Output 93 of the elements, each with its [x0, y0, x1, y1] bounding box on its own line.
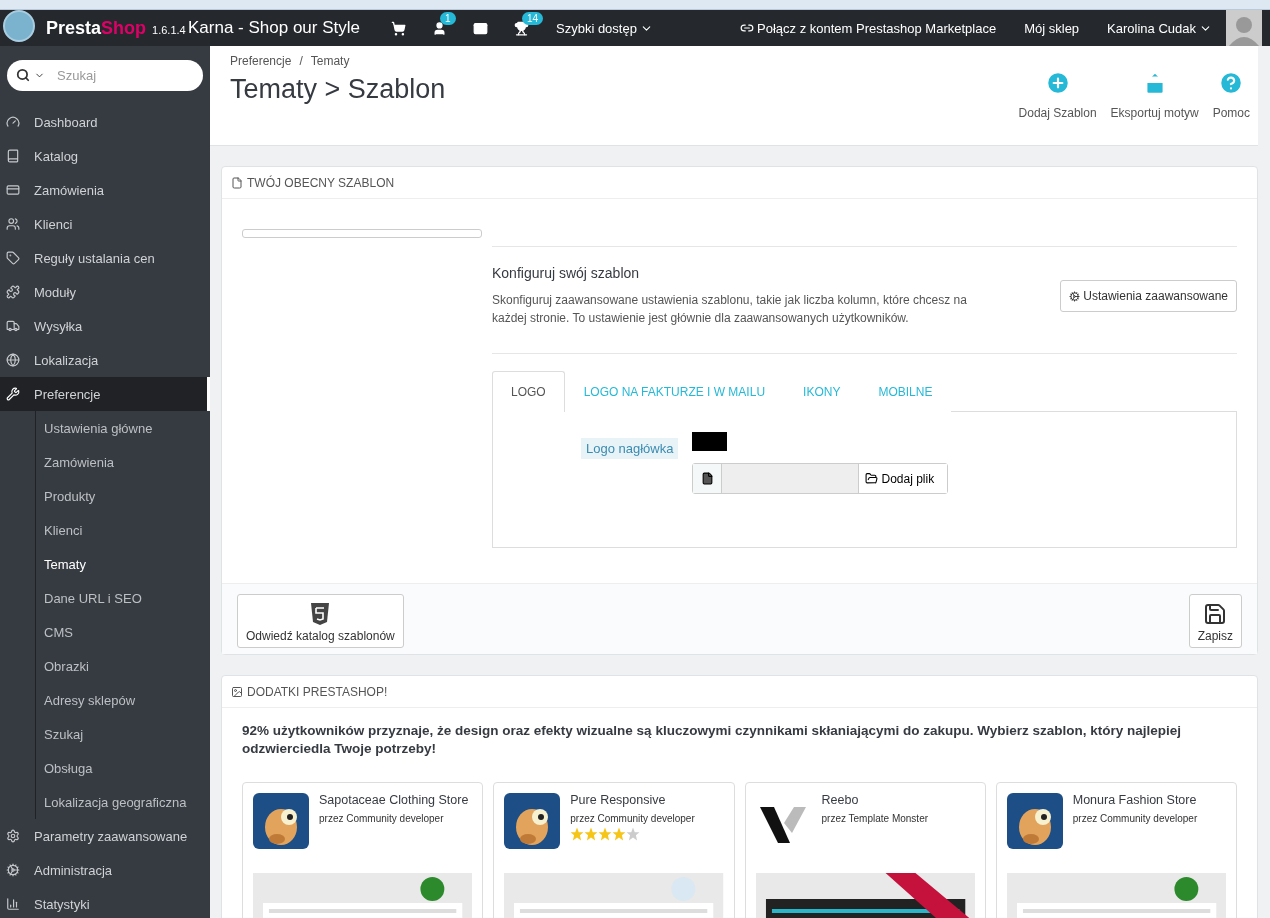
- theme-name[interactable]: Reebo: [821, 793, 929, 807]
- html5-icon: [310, 602, 331, 626]
- logo-preview: [692, 432, 728, 451]
- sidebar-subitem[interactable]: Tematy: [36, 547, 210, 581]
- author-text: przez Community developer: [1072, 813, 1198, 824]
- description-text: Skonfiguruj zaawansowane ustawienia szablonu, takie jak liczba kolumn, które chcesz na każdej stronie. To ustawienie jest głównie dla zaawansowanych użytkowników.: [492, 292, 968, 327]
- field-label: Logo nagłówka: [581, 438, 679, 459]
- theme-card[interactable]: Pure Responsive przez Community developer: [493, 782, 735, 918]
- version-text: 1.6.1.4: [152, 23, 186, 36]
- breadcrumb-separator: /: [299, 54, 303, 68]
- theme-card[interactable]: Reebo przez Template Monster: [744, 782, 986, 918]
- puzzle-icon: [6, 285, 20, 299]
- theme-name[interactable]: Sapotaceae Clothing Store: [319, 793, 469, 807]
- advanced-settings-button[interactable]: Ustawienia zaawansowane: [1060, 280, 1237, 312]
- add-file-button[interactable]: Dodaj plik: [858, 464, 948, 493]
- theme-card[interactable]: Monura Fashion Store przez Community developer: [995, 782, 1237, 918]
- sidebar-item[interactable]: Wysyłka: [0, 309, 210, 343]
- author-text: przez Community developer: [319, 813, 445, 824]
- save-icon: [1203, 602, 1228, 626]
- sidebar-subitem[interactable]: Ustawienia główne: [36, 411, 210, 445]
- count-badge: 14: [522, 11, 544, 25]
- user-menu[interactable]: Karolina Cudak: [1107, 20, 1212, 36]
- shop-name[interactable]: Karna - Shop our Style: [188, 18, 360, 38]
- sidebar-item[interactable]: Katalog: [0, 139, 210, 173]
- quick-access-menu[interactable]: Szybki dostęp: [556, 20, 653, 36]
- panel-heading: DODATKI PRESTASHOP!: [247, 684, 388, 699]
- file-upload-field[interactable]: Dodaj plik: [692, 463, 949, 494]
- tag-icon: [6, 251, 20, 265]
- sidebar-item[interactable]: Moduły: [0, 275, 210, 309]
- filled-star-icon: [612, 827, 627, 841]
- filled-star-icon: [584, 827, 599, 841]
- sidebar-subitem[interactable]: Obsługa: [36, 751, 210, 785]
- file-icon: [700, 472, 714, 485]
- search-field[interactable]: Szukaj: [7, 60, 203, 91]
- sidebar-item[interactable]: Dashboard: [0, 105, 210, 139]
- sidebar-item[interactable]: Preferencje: [0, 377, 210, 411]
- panel-heading: TWÓJ OBECNY SZABLON: [247, 175, 395, 190]
- section-title: Konfiguruj swój szablon: [492, 265, 641, 281]
- user-icon[interactable]: [432, 20, 447, 36]
- gears-icon: [6, 829, 20, 843]
- marketplace-link[interactable]: Połącz z kontem Prestashop Marketplace: [740, 20, 997, 36]
- sidebar-subitem[interactable]: Lokalizacja geograficzna: [36, 785, 210, 819]
- my-shop-link[interactable]: Mój sklep: [1024, 20, 1080, 36]
- save-button[interactable]: Zapisz: [1188, 594, 1242, 648]
- bar-chart-icon: [6, 897, 20, 911]
- sidebar-item[interactable]: Lokalizacja: [0, 343, 210, 377]
- author-text: przez Template Monster: [821, 813, 929, 824]
- sidebar-item[interactable]: Statystyki: [0, 887, 210, 918]
- credit-card-icon: [6, 183, 20, 197]
- tab[interactable]: LOGO: [492, 371, 565, 412]
- catalog-button[interactable]: Odwiedź katalog szablonów: [237, 594, 404, 648]
- breadcrumb-link[interactable]: Tematy: [310, 54, 350, 68]
- intro-text: 92% użytkowników przyznaje, że design oraz efekty wizualne są kluczowymi czynnikami skłaniającymi do zakupu. Wybierz szablon, który najlepiej odzwierciedla Twoje potrzeby!: [241, 722, 1183, 758]
- sidebar-subitem[interactable]: Produkty: [36, 479, 210, 513]
- cart-icon[interactable]: [391, 20, 406, 36]
- filled-star-icon: [570, 827, 585, 841]
- link-icon: [740, 21, 754, 35]
- wrench-icon: [6, 387, 20, 401]
- page-title: Tematy > Szablon: [230, 74, 446, 105]
- folder-icon: [865, 472, 879, 485]
- toolbar-button[interactable]: Dodaj Szablon: [1018, 70, 1097, 145]
- gear-icon: [6, 863, 20, 877]
- sidebar-item[interactable]: Parametry zaawansowane: [0, 819, 210, 853]
- sidebar-subitem[interactable]: Dane URL i SEO: [36, 581, 210, 615]
- author-text: przez Community developer: [570, 813, 695, 824]
- theme-card[interactable]: Sapotaceae Clothing Store przez Community developer: [242, 782, 484, 918]
- sidebar-subitem[interactable]: Obrazki: [36, 649, 210, 683]
- sidebar-subitem[interactable]: Szukaj: [36, 717, 210, 751]
- sidebar-item[interactable]: Zamówienia: [0, 173, 210, 207]
- users-icon: [6, 217, 20, 231]
- globe-icon: [6, 353, 20, 367]
- brand-name[interactable]: PrestaShop: [46, 17, 147, 39]
- gauge-icon: [6, 115, 20, 129]
- image-icon: [231, 685, 243, 698]
- filled-star-icon: [598, 827, 613, 841]
- truck-icon: [6, 319, 20, 333]
- sidebar-item[interactable]: Klienci: [0, 207, 210, 241]
- sidebar-subitem[interactable]: CMS: [36, 615, 210, 649]
- breadcrumb-link[interactable]: Preferencje: [230, 54, 292, 68]
- sidebar-subitem[interactable]: Klienci: [36, 513, 210, 547]
- sidebar-subitem[interactable]: Adresy sklepów: [36, 683, 210, 717]
- count-badge: 1: [440, 11, 456, 25]
- gear-icon: [1069, 290, 1081, 302]
- toolbar-button[interactable]: Pomoc: [1212, 70, 1250, 145]
- theme-name[interactable]: Pure Responsive: [570, 793, 695, 807]
- sidebar-item[interactable]: Administracja: [0, 853, 210, 887]
- book-icon: [6, 149, 20, 163]
- toolbar-button[interactable]: Eksportuj motyw: [1110, 70, 1199, 145]
- sidebar-item[interactable]: Reguły ustalania cen: [0, 241, 210, 275]
- sidebar-subitem[interactable]: Zamówienia: [36, 445, 210, 479]
- theme-name[interactable]: Monura Fashion Store: [1072, 793, 1198, 807]
- file-icon: [231, 176, 243, 189]
- search-icon: [16, 68, 30, 82]
